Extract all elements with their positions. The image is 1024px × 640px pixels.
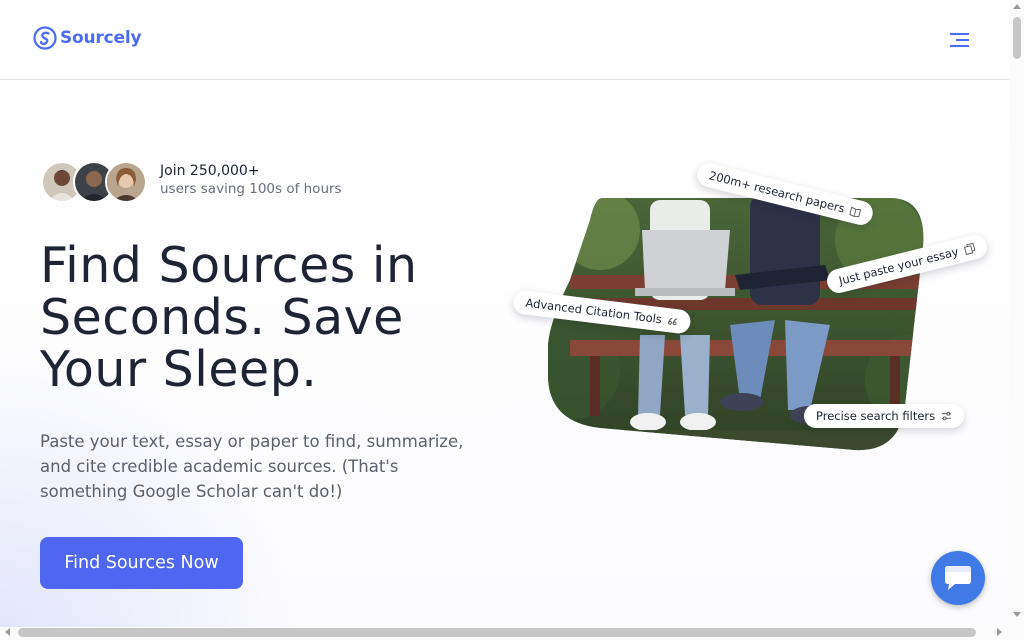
horizontal-scroll-thumb[interactable] — [18, 628, 976, 637]
horizontal-scrollbar[interactable] — [0, 627, 1024, 640]
hero-headline: Find Sources in Seconds. Save Your Sleep… — [40, 237, 418, 398]
chip-label: Precise search filters — [816, 409, 936, 423]
hamburger-menu-icon — [950, 33, 969, 47]
avatar — [105, 161, 147, 203]
scroll-up-arrow-icon[interactable] — [1013, 4, 1021, 9]
copy-icon — [963, 242, 976, 255]
scroll-left-arrow-icon[interactable] — [5, 628, 10, 636]
social-proof-title: Join 250,000+ — [160, 163, 260, 179]
find-sources-button[interactable]: Find Sources Now — [40, 537, 243, 589]
quote-icon — [668, 317, 678, 325]
chat-widget-button[interactable] — [931, 551, 985, 605]
social-proof-text: Join 250,000+ users saving 100s of hours — [160, 163, 342, 197]
vertical-scrollbar[interactable] — [1009, 0, 1024, 627]
hero-description: Paste your text, essay or paper to find,… — [40, 432, 464, 501]
vertical-scroll-thumb[interactable] — [1013, 17, 1021, 59]
site-header: Sourcely — [0, 0, 1009, 80]
scroll-right-arrow-icon[interactable] — [997, 628, 1002, 636]
chat-bubble-icon — [945, 566, 971, 590]
book-icon — [849, 206, 862, 217]
brand-logo[interactable]: Sourcely — [33, 26, 142, 50]
social-proof-subtitle: users saving 100s of hours — [160, 181, 342, 197]
user-avatars — [41, 161, 147, 203]
chip-search-filters: Precise search filters — [804, 404, 965, 428]
brand-name: Sourcely — [60, 28, 142, 48]
scroll-down-arrow-icon[interactable] — [1013, 612, 1021, 617]
hero-illustration: 200m+ research papers Just paste your es… — [510, 160, 990, 470]
filter-sliders-icon — [942, 411, 952, 420]
menu-button[interactable] — [946, 28, 974, 52]
sourcely-logo-icon — [33, 26, 57, 50]
